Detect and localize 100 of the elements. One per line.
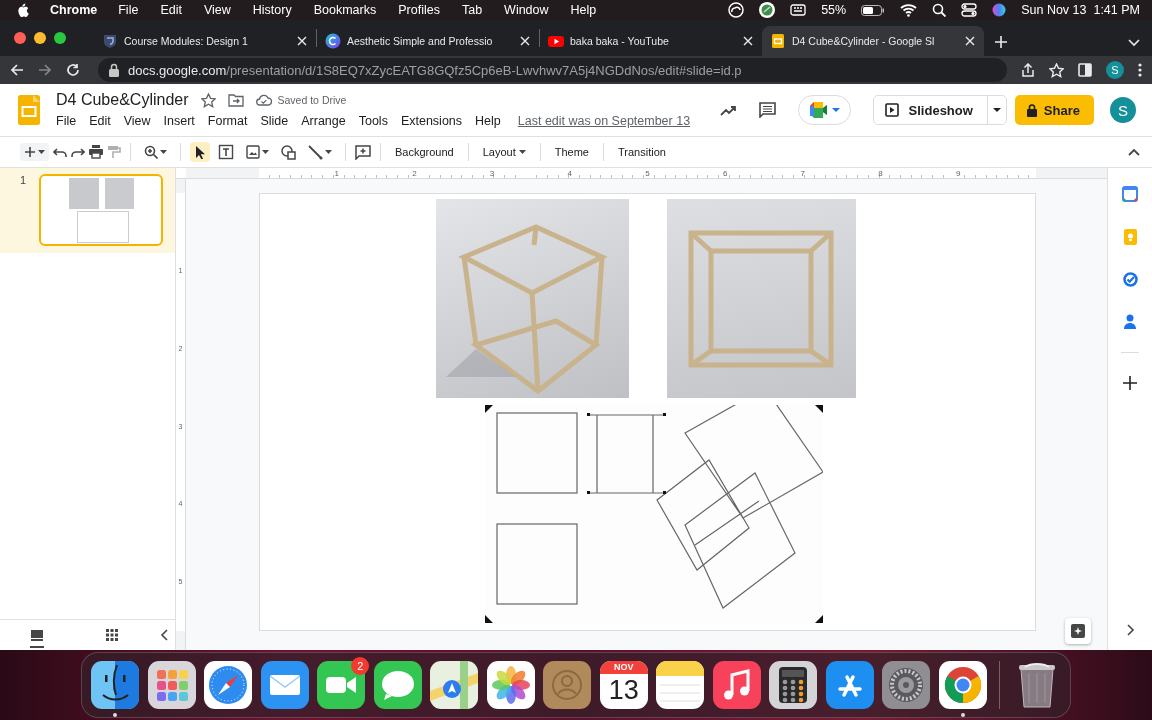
contact-card-icon[interactable] [543,661,592,709]
share-button[interactable]: Share [1014,95,1094,125]
browser-tab[interactable]: Aesthetic Simple and Professio [317,26,539,56]
menu-item[interactable]: Format [207,113,248,129]
app-grid-icon[interactable] [147,661,196,709]
menu-item[interactable]: View [123,113,151,129]
close-icon[interactable] [296,35,308,47]
menu-item[interactable]: Help [475,113,501,129]
plus-icon[interactable] [1123,376,1137,390]
menu-item[interactable]: Bookmarks [313,3,377,17]
ruler-number: 7 [799,168,807,178]
person-icon[interactable] [1124,314,1136,329]
slide-thumbnail[interactable] [39,174,164,246]
document-title[interactable]: D4 Cube&Cylinder [56,91,189,109]
minimize-button[interactable] [34,32,46,44]
undo-icon[interactable] [53,146,67,158]
trend-line-icon[interactable] [719,103,737,117]
check-circle-icon[interactable] [1122,272,1138,287]
sparkle-box-icon [1071,624,1085,638]
chevron-down-icon[interactable] [1128,39,1140,47]
zoom-button[interactable] [54,32,66,44]
cloud-swirl-icon[interactable] [728,2,745,18]
chevron-right-icon[interactable] [1125,624,1135,636]
browser-tab[interactable]: Course Modules: Design 1 [94,26,316,56]
forward-arrow-icon[interactable] [38,63,52,77]
search-icon[interactable] [932,3,947,17]
printer-icon[interactable] [89,145,103,159]
close-icon[interactable] [519,35,531,47]
menu-item[interactable]: File [118,3,139,17]
user-avatar[interactable]: S [1110,97,1136,123]
menu-item[interactable]: Arrange [301,113,346,129]
menu-item[interactable]: History [252,3,292,17]
new-tab-icon[interactable] [994,35,1008,49]
pointer-arrow-tool[interactable] [190,142,210,162]
menu-item[interactable]: File [56,113,77,129]
toolbar-button[interactable]: Transition [613,143,671,161]
notepad-icon[interactable] [656,661,705,709]
reload-icon[interactable] [66,63,80,77]
ruler-number: 1 [333,168,340,178]
browser-tab[interactable]: D4 Cube&Cylinder - Google Sl [762,26,984,56]
menu-item[interactable]: Extensions [400,113,463,129]
close-button[interactable] [14,32,26,44]
flower-icon[interactable] [486,661,535,709]
new-slide-icon [24,146,36,158]
calendar-icon[interactable] [1122,186,1138,202]
menu-item[interactable]: Slide [260,113,289,129]
toolbar-button[interactable]: Background [390,143,459,161]
toolbar-button[interactable]: Layout [477,143,531,161]
chevron-up-icon[interactable] [1128,147,1140,157]
envelope-icon[interactable] [260,661,309,709]
map-icon[interactable] [430,661,479,709]
menu-item[interactable]: Help [570,3,597,17]
new-slide-button[interactable] [20,143,49,161]
cloud-check-icon [255,93,272,107]
menu-item[interactable]: Edit [160,3,182,17]
menu-item[interactable]: Edit [89,113,111,129]
browser-tab[interactable]: baka baka - YouTube [540,26,762,56]
sidebar-icon[interactable] [1078,63,1092,77]
video-camera-icon[interactable] [317,661,366,709]
smiling-face-icon[interactable] [91,661,140,709]
grid-view-icon[interactable] [106,629,118,641]
close-icon[interactable] [964,35,976,47]
music-note-icon[interactable] [712,661,761,709]
share-icon[interactable] [1021,63,1035,77]
calculator-icon[interactable] [769,661,818,709]
back-arrow-icon[interactable] [10,63,24,77]
toolbar-button[interactable]: Theme [549,143,594,161]
menu-item[interactable]: Tab [461,3,483,17]
letter-a-shape-icon[interactable] [825,661,874,709]
chrome-logo-icon[interactable] [938,661,987,709]
star-icon[interactable] [200,92,216,108]
close-icon[interactable] [742,35,754,47]
compass-icon[interactable] [204,661,253,709]
address-bar[interactable]: docs.google.com/presentation/d/1S8EQ7xZycEATG8GQfz5Cp6eB-Lwvhwv7A5j4NGDdNos/edit#slide=id.p [98,58,1007,82]
orb-icon[interactable] [992,3,1007,17]
apple-icon[interactable] [16,2,30,18]
menu-item[interactable]: Tools [358,113,388,129]
menu-item[interactable]: Profiles [398,3,440,17]
leaf-avatar-icon[interactable] [759,2,776,18]
battery-icon[interactable] [861,4,886,16]
more-vertical-icon[interactable] [1138,63,1142,77]
toggles-icon[interactable] [961,3,978,17]
slides-icon [770,33,786,49]
profile-avatar[interactable]: S [1106,61,1124,79]
chevron-left-icon[interactable] [160,629,169,641]
gear-icon[interactable] [882,661,931,709]
menu-item[interactable]: Window [504,3,549,17]
calendar-app-icon[interactable]: NOV 13 [599,661,648,709]
keyboard-icon[interactable] [790,3,807,17]
last-edit-link[interactable]: Last edit was on September 13 [517,114,691,128]
menu-item[interactable]: Insert [163,113,195,129]
folder-arrow-icon[interactable] [227,92,244,108]
wifi-icon[interactable] [900,3,918,17]
comment-icon[interactable] [758,102,776,118]
app-menu[interactable]: Chrome [50,3,98,17]
add-comment-icon[interactable] [355,144,371,160]
redo-icon[interactable] [71,146,85,158]
explore-button[interactable] [1065,618,1091,644]
speech-bubble-icon[interactable] [373,661,422,709]
menu-item[interactable]: View [203,3,231,17]
